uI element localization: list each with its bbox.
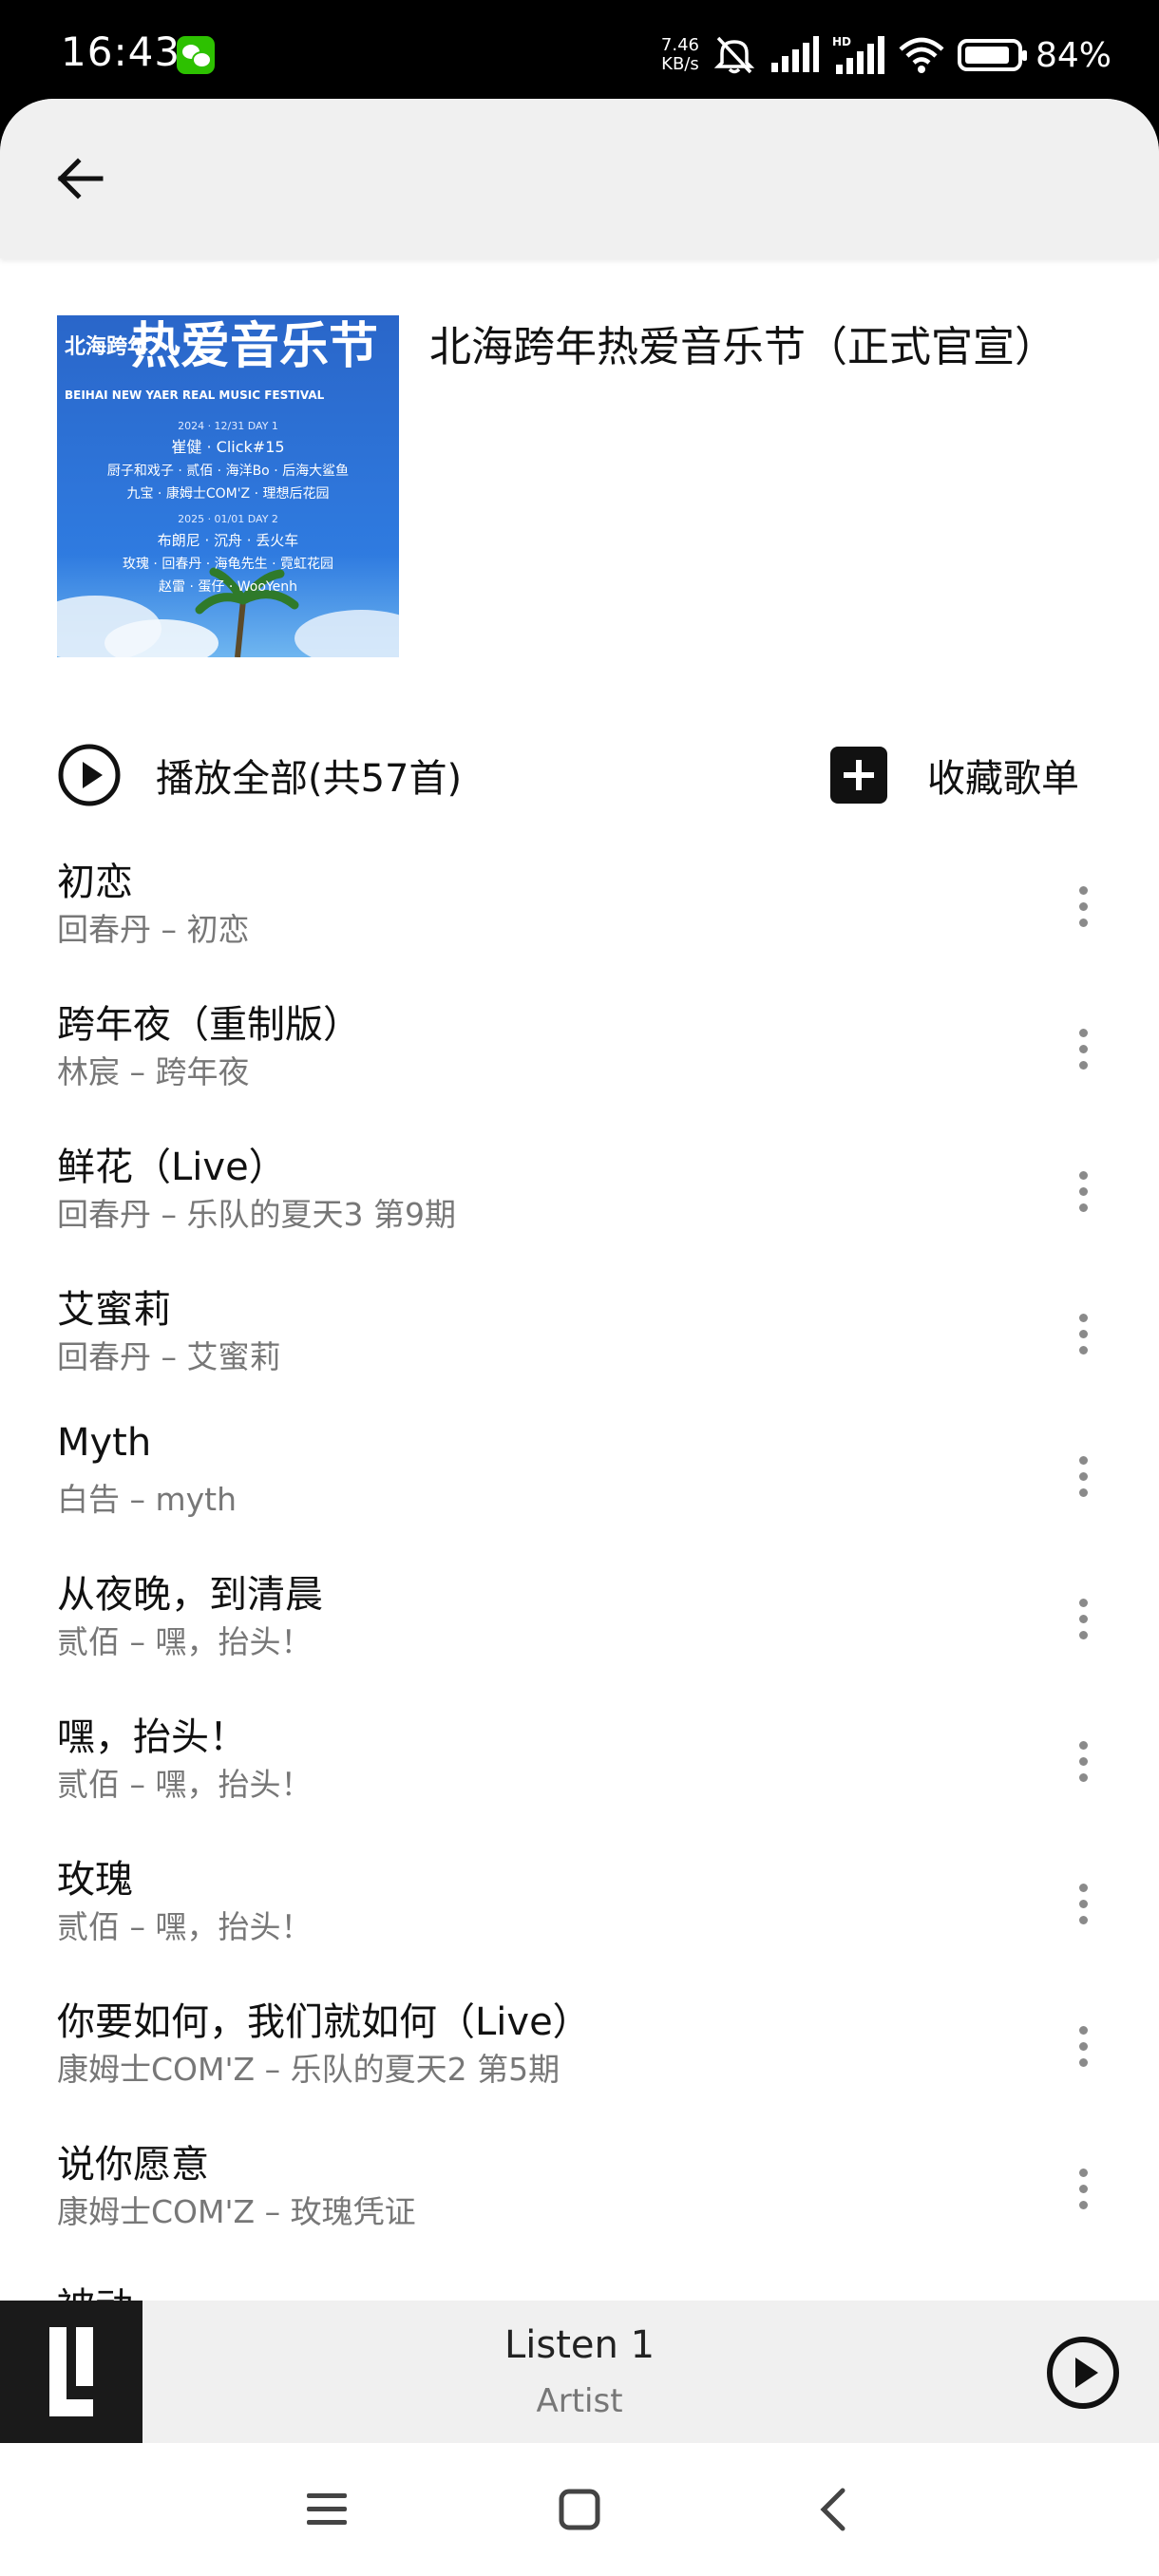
song-subtitle: 康姆士COM'Z – 玫瑰凭证 <box>57 2193 416 2230</box>
cover-day2-date: 2025 · 01/01 DAY 2 <box>178 513 278 525</box>
song-row[interactable]: 艾蜜莉 回春丹 – 艾蜜莉 <box>0 1267 1159 1410</box>
song-title: 嘿，抬头！ <box>57 1715 247 1759</box>
more-options-icon[interactable] <box>1054 1299 1112 1368</box>
song-subtitle: 贰佰 – 嘿，抬头！ <box>57 1623 313 1660</box>
mini-player[interactable]: Listen 1 Artist <box>0 2301 1159 2443</box>
system-nav-bar <box>0 2443 1159 2576</box>
home-icon <box>559 2489 600 2530</box>
song-row[interactable]: 初恋 回春丹 – 初恋 <box>0 840 1159 982</box>
battery-percent: 84% <box>1035 35 1112 75</box>
song-title: 初恋 <box>57 861 133 904</box>
song-row[interactable]: 从夜晚，到清晨 贰佰 – 嘿，抬头！ <box>0 1552 1159 1695</box>
cover-art: 北海跨年 热爱音乐节 BEIHAI NEW YAER REAL MUSIC FE… <box>57 315 399 657</box>
song-title: Myth <box>57 1421 152 1465</box>
wifi-icon <box>899 37 944 73</box>
song-title: 艾蜜莉 <box>57 1288 171 1332</box>
player-track-title: Listen 1 <box>504 2323 656 2367</box>
song-title: 从夜晚，到清晨 <box>57 1573 323 1617</box>
status-bar: 16:43 7.46 KB/s HD 84% <box>0 0 1159 99</box>
signal-icon <box>770 36 819 72</box>
svg-text:HD: HD <box>832 35 851 48</box>
hd-signal-icon: HD <box>832 35 884 74</box>
more-options-icon[interactable] <box>1054 872 1112 940</box>
player-track-artist: Artist <box>536 2382 623 2420</box>
back-button[interactable] <box>42 141 118 217</box>
song-title: 玫瑰 <box>57 1858 133 1902</box>
listen1-logo-icon <box>0 2301 142 2443</box>
app-surface: 北海跨年 热爱音乐节 BEIHAI NEW YAER REAL MUSIC FE… <box>0 99 1159 2443</box>
song-subtitle: 林宸 – 跨年夜 <box>57 1053 250 1090</box>
cover-day1-date: 2024 · 12/31 DAY 1 <box>178 420 278 432</box>
song-row[interactable]: 玫瑰 贰佰 – 嘿，抬头！ <box>0 1837 1159 1979</box>
menu-button[interactable] <box>289 2472 365 2548</box>
net-speed: 7.46 KB/s <box>660 35 699 74</box>
more-options-icon[interactable] <box>1054 2154 1112 2223</box>
song-row[interactable]: 鲜花（Live） 回春丹 – 乐队的夏天3 第9期 <box>0 1125 1159 1267</box>
cover-day2-line2: 玫瑰 · 回春丹 · 海龟先生 · 霓虹花园 <box>123 557 333 572</box>
play-all-button[interactable]: 播放全部(共57首) <box>57 737 462 813</box>
song-subtitle: 贰佰 – 嘿，抬头！ <box>57 1908 313 1945</box>
play-all-label: 播放全部(共57首) <box>156 757 463 801</box>
playlist-title: 北海跨年热爱音乐节（正式官宣） <box>429 323 1056 371</box>
song-row[interactable]: 跨年夜（重制版） 林宸 – 跨年夜 <box>0 982 1159 1125</box>
cover-day2-line3: 赵雷 · 蛋仔 · WooYenh <box>159 579 297 595</box>
player-play-button[interactable] <box>1045 2335 1121 2411</box>
cover-day1-line3: 九宝 · 康姆士COM'Z · 理想后花园 <box>126 485 329 502</box>
home-button[interactable] <box>542 2472 618 2548</box>
status-icons: 7.46 KB/s HD 84% <box>661 30 1112 80</box>
song-row[interactable]: 说你愿意 康姆士COM'Z – 玫瑰凭证 <box>0 2122 1159 2264</box>
playlist-cover[interactable]: 北海跨年 热爱音乐节 BEIHAI NEW YAER REAL MUSIC FE… <box>57 315 399 657</box>
play-circle-icon <box>1047 2337 1119 2409</box>
song-title: 你要如何，我们就如何（Live） <box>57 2000 591 2044</box>
collect-playlist-button[interactable]: 收藏歌单 <box>830 737 1079 813</box>
song-subtitle: 回春丹 – 初恋 <box>57 911 250 948</box>
play-circle-icon <box>58 744 121 806</box>
song-row[interactable]: 你要如何，我们就如何（Live） 康姆士COM'Z – 乐队的夏天2 第5期 <box>0 1979 1159 2122</box>
song-subtitle: 回春丹 – 乐队的夏天3 第9期 <box>57 1196 456 1233</box>
more-options-icon[interactable] <box>1054 2012 1112 2080</box>
mute-icon <box>713 36 755 74</box>
song-title: 鲜花（Live） <box>57 1146 287 1189</box>
song-subtitle: 贰佰 – 嘿，抬头！ <box>57 1766 313 1803</box>
top-app-bar <box>0 99 1159 258</box>
more-options-icon[interactable] <box>1054 1157 1112 1225</box>
song-subtitle: 白告 – myth <box>57 1481 238 1518</box>
cover-day1-line1: 崔健 · Click#15 <box>171 438 284 456</box>
cover-headline: 热爱音乐节 <box>131 318 378 375</box>
more-options-icon[interactable] <box>1054 1584 1112 1653</box>
song-row[interactable]: Myth 白告 – myth <box>0 1410 1159 1552</box>
more-options-icon[interactable] <box>1054 1727 1112 1795</box>
back-icon <box>820 2488 846 2531</box>
collect-playlist-label: 收藏歌单 <box>927 757 1079 801</box>
battery-icon <box>957 39 1027 71</box>
arrow-left-icon <box>57 158 104 199</box>
more-options-icon[interactable] <box>1054 1014 1112 1083</box>
wechat-icon <box>177 36 215 74</box>
nav-back-button[interactable] <box>794 2472 870 2548</box>
song-title: 说你愿意 <box>57 2143 209 2187</box>
more-options-icon[interactable] <box>1054 1442 1112 1510</box>
more-options-icon[interactable] <box>1054 1869 1112 1938</box>
menu-icon <box>307 2493 347 2525</box>
cover-day2-line1: 布朗尼 · 沉舟 · 丢火车 <box>158 532 299 549</box>
song-subtitle: 康姆士COM'Z – 乐队的夏天2 第5期 <box>57 2051 560 2088</box>
plus-box-icon <box>830 747 887 804</box>
song-subtitle: 回春丹 – 艾蜜莉 <box>57 1338 281 1375</box>
song-title: 跨年夜（重制版） <box>57 1003 361 1047</box>
song-row[interactable]: 嘿，抬头！ 贰佰 – 嘿，抬头！ <box>0 1695 1159 1837</box>
cover-day1-line2: 厨子和戏子 · 贰佰 · 海洋Bo · 后海大鲨鱼 <box>107 463 349 479</box>
status-time: 16:43 <box>61 28 181 75</box>
cover-subtitle: BEIHAI NEW YAER REAL MUSIC FESTIVAL <box>65 388 325 402</box>
